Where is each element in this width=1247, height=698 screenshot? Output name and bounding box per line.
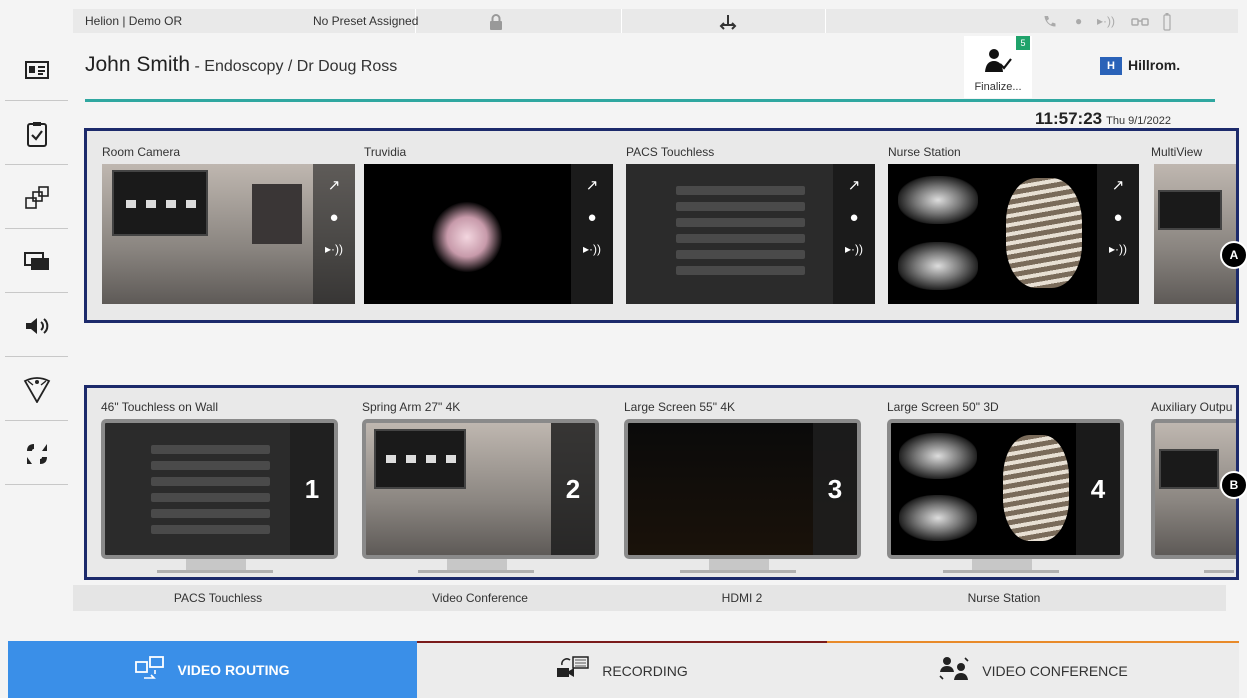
battery-icon bbox=[1163, 9, 1171, 33]
tab-recording[interactable]: RECORDING bbox=[417, 641, 827, 698]
destination-number: 4 bbox=[1076, 423, 1120, 555]
user-check-icon bbox=[984, 48, 1012, 79]
assigned-sources-row: PACS Touchless Video Conference HDMI 2 N… bbox=[73, 585, 1226, 611]
destination-label: Auxiliary Outpu bbox=[1151, 400, 1233, 414]
screen-icon[interactable] bbox=[5, 230, 68, 294]
source-label: Truvidia bbox=[364, 145, 407, 159]
destination-monitor-3[interactable]: 3 bbox=[624, 419, 861, 559]
expand-icon[interactable]: ↗ bbox=[313, 176, 355, 194]
destination-label: Large Screen 50" 3D bbox=[887, 400, 999, 414]
tab-video-routing[interactable]: VIDEO ROUTING bbox=[8, 641, 417, 698]
clock-time: 11:57:23 bbox=[1035, 109, 1103, 128]
video-routing-icon bbox=[135, 656, 165, 683]
callout-b-badge: B bbox=[1220, 471, 1247, 499]
destination-label: Large Screen 55" 4K bbox=[624, 400, 735, 414]
finalize-button[interactable]: 5 Finalize... bbox=[964, 36, 1032, 98]
expand-icon[interactable]: ↗ bbox=[833, 176, 875, 194]
destination-number: 2 bbox=[551, 423, 595, 555]
source-label: Nurse Station bbox=[888, 145, 961, 159]
destination-number: 3 bbox=[813, 423, 857, 555]
sidebar bbox=[0, 38, 68, 498]
assigned-source: HDMI 2 bbox=[721, 591, 763, 605]
source-tile-multiview[interactable] bbox=[1154, 164, 1236, 304]
patient-name: John Smith bbox=[85, 53, 191, 76]
sources-panel: Room Camera ↗ ● ▸·)) Truvidia ↗ ● ▸·)) PACS … bbox=[84, 128, 1239, 323]
header-divider bbox=[85, 99, 1215, 102]
destination-label: Spring Arm 27" 4K bbox=[362, 400, 461, 414]
room-name: Helion | Demo OR bbox=[85, 14, 183, 28]
stream-icon[interactable]: ▸·)) bbox=[313, 242, 355, 256]
record-icon[interactable]: ● bbox=[1097, 209, 1139, 226]
top-status-bar: Helion | Demo OR No Preset Assigned ● ▸·… bbox=[73, 9, 1238, 33]
light-icon[interactable] bbox=[5, 358, 68, 422]
record-icon[interactable]: ● bbox=[833, 209, 875, 226]
finalize-count-badge: 5 bbox=[1016, 36, 1030, 50]
assigned-source: Video Conference bbox=[432, 591, 528, 605]
stream-icon[interactable]: ▸·)) bbox=[833, 242, 875, 256]
camera-control-icon[interactable] bbox=[5, 422, 68, 486]
destination-monitor-1[interactable]: 1 bbox=[101, 419, 338, 559]
layout-icon[interactable] bbox=[5, 166, 68, 230]
source-tile-pacs-touchless[interactable]: ↗ ● ▸·)) bbox=[626, 164, 875, 304]
assigned-source: Nurse Station bbox=[967, 591, 1041, 605]
phone-icon[interactable] bbox=[1043, 9, 1057, 33]
stream-icon[interactable]: ▸·)) bbox=[1097, 242, 1139, 256]
destinations-panel: 46" Touchless on Wall 1 Spring Arm 27" 4… bbox=[84, 385, 1239, 580]
tab-label: VIDEO ROUTING bbox=[177, 661, 290, 678]
patient-card-icon[interactable] bbox=[5, 38, 68, 102]
glasses-icon bbox=[1131, 9, 1149, 33]
patient-procedure: - Endoscopy / Dr Doug Ross bbox=[190, 58, 398, 75]
source-tile-nurse-station[interactable]: ↗ ● ▸·)) bbox=[888, 164, 1139, 304]
preset-status[interactable]: No Preset Assigned bbox=[313, 9, 418, 33]
clock: 11:57:23 Thu 9/1/2022 bbox=[1035, 109, 1171, 129]
tab-video-conference[interactable]: VIDEO CONFERENCE bbox=[827, 641, 1239, 698]
destination-number: 1 bbox=[290, 423, 334, 555]
tab-label: RECORDING bbox=[602, 662, 688, 679]
brand-logo: H Hillrom. bbox=[1100, 57, 1181, 76]
callout-a-badge: A bbox=[1220, 241, 1247, 269]
source-label: Room Camera bbox=[102, 145, 181, 159]
patient-header: John Smith - Endoscopy / Dr Doug Ross bbox=[85, 53, 397, 77]
video-conference-icon bbox=[938, 656, 970, 685]
source-tile-truvidia[interactable]: ↗ ● ▸·)) bbox=[364, 164, 613, 304]
lock-icon[interactable] bbox=[483, 9, 509, 33]
source-label: PACS Touchless bbox=[626, 145, 715, 159]
checklist-icon[interactable] bbox=[5, 102, 68, 166]
finalize-label: Finalize... bbox=[974, 81, 1022, 93]
expand-icon[interactable]: ↗ bbox=[571, 176, 613, 194]
brand-mark: H bbox=[1100, 57, 1122, 76]
source-label: MultiView bbox=[1151, 145, 1203, 159]
audio-icon[interactable] bbox=[5, 294, 68, 358]
destination-monitor-4[interactable]: 4 bbox=[887, 419, 1124, 559]
record-icon[interactable]: ● bbox=[313, 209, 355, 226]
stream-icon[interactable]: ▸·)) bbox=[571, 242, 613, 256]
stream-icon: ▸·)) bbox=[1097, 14, 1116, 28]
tab-label: VIDEO CONFERENCE bbox=[982, 662, 1128, 679]
brand-name: Hillrom. bbox=[1128, 57, 1181, 73]
clock-date: Thu 9/1/2022 bbox=[1106, 115, 1171, 127]
destination-monitor-2[interactable]: 2 bbox=[362, 419, 599, 559]
record-dot-icon: ● bbox=[1075, 14, 1083, 28]
expand-icon[interactable]: ↗ bbox=[1097, 176, 1139, 194]
destination-label: 46" Touchless on Wall bbox=[101, 400, 218, 414]
swap-routing-icon[interactable] bbox=[713, 9, 743, 33]
record-icon[interactable]: ● bbox=[571, 209, 613, 226]
source-tile-room-camera[interactable]: ↗ ● ▸·)) bbox=[102, 164, 355, 304]
assigned-source: PACS Touchless bbox=[173, 591, 263, 605]
recording-icon bbox=[556, 656, 590, 685]
